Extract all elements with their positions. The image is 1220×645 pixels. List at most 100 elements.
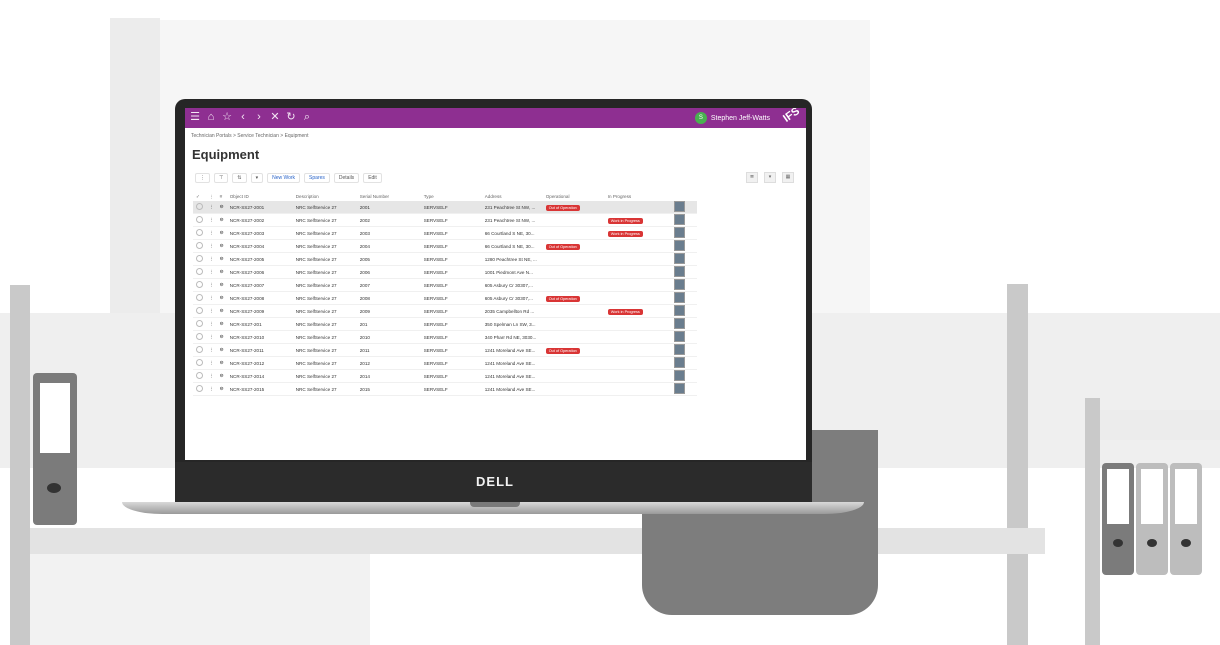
equipment-thumbnail bbox=[670, 291, 697, 305]
table-row[interactable]: ⋮ ⚙ NCR-SS27-2009 NRC SelfService 27 2009 SER… bbox=[193, 304, 697, 318]
row-menu-icon[interactable]: ⋮ bbox=[206, 252, 217, 266]
equipment-type-icon: ⚙ bbox=[216, 226, 227, 240]
row-menu-icon[interactable]: ⋮ bbox=[206, 201, 217, 214]
row-menu-icon[interactable]: ⋮ bbox=[206, 330, 217, 344]
table-row[interactable]: ⋮ ⚙ NCR-SS27-201 NRC SelfService 27 201 SERVS… bbox=[193, 317, 697, 331]
description-cell: NRC SelfService 27 bbox=[292, 369, 357, 383]
close-icon[interactable]: ✕ bbox=[269, 111, 281, 124]
col-in-progress[interactable]: In Progress bbox=[605, 192, 671, 201]
row-checkbox[interactable] bbox=[193, 343, 206, 357]
table-row[interactable]: ⋮ ⚙ NCR-SS27-2010 NRC SelfService 27 2010 SER… bbox=[193, 330, 697, 344]
equipment-thumbnail bbox=[670, 265, 697, 279]
row-checkbox[interactable] bbox=[193, 213, 206, 227]
row-checkbox[interactable] bbox=[193, 382, 206, 396]
row-menu-icon[interactable]: ⋮ bbox=[206, 213, 217, 227]
serial-cell: 2005 bbox=[356, 252, 421, 266]
row-checkbox[interactable] bbox=[193, 226, 206, 240]
row-menu-icon[interactable]: ⋮ bbox=[206, 369, 217, 383]
row-menu-icon[interactable]: ⋮ bbox=[206, 317, 217, 331]
in-progress-cell bbox=[604, 317, 671, 331]
row-menu-icon[interactable]: ⋮ bbox=[206, 382, 217, 396]
settings-icon[interactable]: ⋮ bbox=[195, 173, 210, 183]
favorite-star-icon[interactable]: ☆ bbox=[221, 111, 233, 124]
description-cell: NRC SelfService 27 bbox=[292, 239, 357, 253]
bg-right-panel bbox=[1100, 410, 1220, 440]
row-checkbox[interactable] bbox=[193, 304, 206, 318]
row-checkbox[interactable] bbox=[193, 369, 206, 383]
serial-cell: 2012 bbox=[356, 356, 421, 370]
spares-button[interactable]: Spares bbox=[304, 173, 330, 183]
object-id-cell: NCR-SS27-201 bbox=[226, 317, 293, 331]
row-checkbox[interactable] bbox=[193, 252, 206, 266]
menu-icon[interactable]: ☰ bbox=[189, 111, 201, 124]
description-cell: NRC SelfService 27 bbox=[292, 330, 357, 344]
sort-icon[interactable]: ⇅ bbox=[232, 173, 247, 183]
type-cell: SERVSELF bbox=[420, 265, 482, 279]
table-row[interactable]: ⋮ ⚙ NCR-SS27-2011 NRC SelfService 27 2011 SER… bbox=[193, 343, 697, 357]
row-menu-icon[interactable]: ⋮ bbox=[206, 226, 217, 240]
back-icon[interactable]: ‹ bbox=[237, 111, 249, 124]
details-button[interactable]: Details bbox=[333, 173, 360, 183]
object-id-cell: NCR-SS27-2011 bbox=[226, 343, 293, 357]
row-checkbox[interactable] bbox=[193, 201, 206, 214]
home-icon[interactable]: ⌂ bbox=[205, 111, 217, 124]
user-name: Stephen Jeff-Watts bbox=[710, 114, 770, 122]
list-view-icon[interactable]: ≣ bbox=[746, 172, 758, 183]
table-row[interactable]: ⋮ ⚙ NCR-SS27-2012 NRC SelfService 27 2012 SER… bbox=[193, 356, 697, 370]
address-cell: 66 Courtland S NE, 30... bbox=[481, 226, 543, 240]
col-description[interactable]: Description bbox=[293, 192, 357, 201]
col-check[interactable]: ✓ bbox=[193, 192, 206, 201]
row-checkbox[interactable] bbox=[193, 239, 206, 253]
dropdown-icon[interactable]: ▾ bbox=[250, 173, 264, 183]
equipment-thumbnail bbox=[670, 382, 697, 396]
table-row[interactable]: ⋮ ⚙ NCR-SS27-2005 NRC SelfService 27 2005 SER… bbox=[193, 252, 697, 266]
equipment-type-icon: ⚙ bbox=[216, 213, 227, 227]
table-row[interactable]: ⋮ ⚙ NCR-SS27-2002 NRC SelfService 27 2002 SER… bbox=[193, 213, 697, 227]
grid-view-icon[interactable]: ▦ bbox=[782, 172, 794, 183]
table-row[interactable]: ⋮ ⚙ NCR-SS27-2001 NRC SelfService 27 2001 SER… bbox=[193, 201, 697, 214]
row-checkbox[interactable] bbox=[193, 265, 206, 279]
toolbar: ⋮ ⊤ ⇅ ▾ New Work Spares Details Edit bbox=[195, 172, 382, 184]
equipment-thumbnail bbox=[670, 369, 697, 383]
table-row[interactable]: ⋮ ⚙ NCR-SS27-2004 NRC SelfService 27 2004 SER… bbox=[193, 239, 697, 253]
laptop-notch bbox=[470, 502, 520, 507]
forward-icon[interactable]: › bbox=[253, 111, 265, 124]
table-row[interactable]: ⋮ ⚙ NCR-SS27-2014 NRC SelfService 27 2014 SER… bbox=[193, 369, 697, 383]
col-type[interactable]: Type bbox=[421, 192, 482, 201]
col-object-id[interactable]: Object ID bbox=[227, 192, 293, 201]
row-checkbox[interactable] bbox=[193, 330, 206, 344]
table-row[interactable]: ⋮ ⚙ NCR-SS27-2006 NRC SelfService 27 2006 SER… bbox=[193, 265, 697, 279]
view-dropdown-icon[interactable]: ▾ bbox=[764, 172, 776, 183]
equipment-type-icon: ⚙ bbox=[216, 330, 227, 344]
row-checkbox[interactable] bbox=[193, 356, 206, 370]
operational-cell bbox=[542, 252, 605, 266]
edit-button[interactable]: Edit bbox=[363, 173, 382, 183]
row-menu-icon[interactable]: ⋮ bbox=[206, 343, 217, 357]
table-row[interactable]: ⋮ ⚙ NCR-SS27-2015 NRC SelfService 27 2015 SER… bbox=[193, 382, 697, 396]
row-menu-icon[interactable]: ⋮ bbox=[206, 291, 217, 305]
new-work-button[interactable]: New Work bbox=[267, 173, 301, 183]
filter-icon[interactable]: ⊤ bbox=[214, 173, 229, 183]
equipment-thumbnail bbox=[670, 213, 697, 227]
col-operational[interactable]: Operational bbox=[543, 192, 605, 201]
table-row[interactable]: ⋮ ⚙ NCR-SS27-2007 NRC SelfService 27 2007 SER… bbox=[193, 278, 697, 292]
in-progress-cell: Work in Progress bbox=[604, 213, 671, 227]
search-icon[interactable]: ⌕ bbox=[301, 111, 313, 124]
col-serial[interactable]: Serial Number bbox=[357, 192, 421, 201]
row-checkbox[interactable] bbox=[193, 317, 206, 331]
row-menu-icon[interactable]: ⋮ bbox=[206, 304, 217, 318]
row-menu-icon[interactable]: ⋮ bbox=[206, 278, 217, 292]
row-checkbox[interactable] bbox=[193, 278, 206, 292]
table-row[interactable]: ⋮ ⚙ NCR-SS27-2003 NRC SelfService 27 2003 SER… bbox=[193, 226, 697, 240]
col-icon: # bbox=[219, 194, 223, 199]
row-menu-icon[interactable]: ⋮ bbox=[206, 239, 217, 253]
type-cell: SERVSELF bbox=[420, 343, 482, 357]
col-address[interactable]: Address bbox=[482, 192, 543, 201]
operational-cell bbox=[542, 265, 605, 279]
refresh-icon[interactable]: ↻ bbox=[285, 111, 297, 124]
row-checkbox[interactable] bbox=[193, 291, 206, 305]
row-menu-icon[interactable]: ⋮ bbox=[206, 356, 217, 370]
row-menu-icon[interactable]: ⋮ bbox=[206, 265, 217, 279]
user-profile[interactable]: S Stephen Jeff-Watts bbox=[694, 111, 770, 125]
table-row[interactable]: ⋮ ⚙ NCR-SS27-2008 NRC SelfService 27 2008 SER… bbox=[193, 291, 697, 305]
